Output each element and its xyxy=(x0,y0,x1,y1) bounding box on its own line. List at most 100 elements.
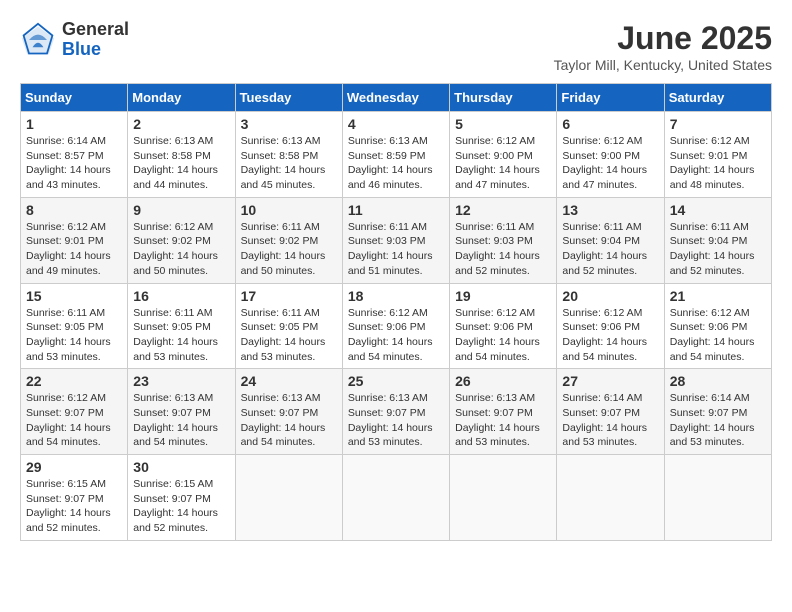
calendar-cell: 19 Sunrise: 6:12 AM Sunset: 9:06 PM Dayli… xyxy=(450,283,557,369)
day-number: 4 xyxy=(348,116,444,132)
day-info: Sunrise: 6:13 AM Sunset: 9:07 PM Dayligh… xyxy=(133,391,229,450)
calendar-cell: 9 Sunrise: 6:12 AM Sunset: 9:02 PM Daylig… xyxy=(128,197,235,283)
calendar-cell: 10 Sunrise: 6:11 AM Sunset: 9:02 PM Dayli… xyxy=(235,197,342,283)
day-info: Sunrise: 6:14 AM Sunset: 8:57 PM Dayligh… xyxy=(26,134,122,193)
calendar-cell xyxy=(342,455,449,541)
calendar-cell: 21Sunrise: 6:12 AM Sunset: 9:06 PM Dayli… xyxy=(664,283,771,369)
calendar-cell: 1 Sunrise: 6:14 AM Sunset: 8:57 PM Daylig… xyxy=(21,112,128,198)
calendar-cell: 25 Sunrise: 6:13 AM Sunset: 9:07 PM Dayli… xyxy=(342,369,449,455)
day-number: 9 xyxy=(133,202,229,218)
calendar-week-3: 15 Sunrise: 6:11 AM Sunset: 9:05 PM Dayli… xyxy=(21,283,772,369)
calendar-cell xyxy=(450,455,557,541)
day-info: Sunrise: 6:11 AM Sunset: 9:02 PM Dayligh… xyxy=(241,220,337,279)
calendar-week-4: 22Sunrise: 6:12 AM Sunset: 9:07 PM Dayli… xyxy=(21,369,772,455)
day-info: Sunrise: 6:13 AM Sunset: 9:07 PM Dayligh… xyxy=(348,391,444,450)
day-number: 23 xyxy=(133,373,229,389)
day-number: 11 xyxy=(348,202,444,218)
day-number: 27 xyxy=(562,373,658,389)
calendar-cell: 11Sunrise: 6:11 AM Sunset: 9:03 PM Dayli… xyxy=(342,197,449,283)
calendar-cell: 17Sunrise: 6:11 AM Sunset: 9:05 PM Dayli… xyxy=(235,283,342,369)
day-info: Sunrise: 6:12 AM Sunset: 9:06 PM Dayligh… xyxy=(562,306,658,365)
day-info: Sunrise: 6:13 AM Sunset: 9:07 PM Dayligh… xyxy=(241,391,337,450)
day-number: 20 xyxy=(562,288,658,304)
calendar-cell: 27 Sunrise: 6:14 AM Sunset: 9:07 PM Dayli… xyxy=(557,369,664,455)
page-header: General Blue June 2025 Taylor Mill, Kent… xyxy=(20,20,772,73)
calendar-cell: 20 Sunrise: 6:12 AM Sunset: 9:06 PM Dayli… xyxy=(557,283,664,369)
day-info: Sunrise: 6:12 AM Sunset: 9:06 PM Dayligh… xyxy=(348,306,444,365)
day-info: Sunrise: 6:12 AM Sunset: 9:07 PM Dayligh… xyxy=(26,391,122,450)
calendar-week-2: 8Sunrise: 6:12 AM Sunset: 9:01 PM Daylig… xyxy=(21,197,772,283)
calendar-cell: 2Sunrise: 6:13 AM Sunset: 8:58 PM Daylig… xyxy=(128,112,235,198)
day-number: 1 xyxy=(26,116,122,132)
weekday-header-saturday: Saturday xyxy=(664,84,771,112)
calendar-cell xyxy=(557,455,664,541)
calendar-cell: 30 Sunrise: 6:15 AM Sunset: 9:07 PM Dayli… xyxy=(128,455,235,541)
calendar-cell: 12 Sunrise: 6:11 AM Sunset: 9:03 PM Dayli… xyxy=(450,197,557,283)
day-info: Sunrise: 6:11 AM Sunset: 9:05 PM Dayligh… xyxy=(133,306,229,365)
day-info: Sunrise: 6:11 AM Sunset: 9:03 PM Dayligh… xyxy=(455,220,551,279)
day-info: Sunrise: 6:14 AM Sunset: 9:07 PM Dayligh… xyxy=(670,391,766,450)
calendar-cell: 14 Sunrise: 6:11 AM Sunset: 9:04 PM Dayli… xyxy=(664,197,771,283)
calendar-cell: 3Sunrise: 6:13 AM Sunset: 8:58 PM Daylig… xyxy=(235,112,342,198)
day-info: Sunrise: 6:11 AM Sunset: 9:04 PM Dayligh… xyxy=(562,220,658,279)
logo-text: General Blue xyxy=(62,20,129,60)
day-info: Sunrise: 6:12 AM Sunset: 9:06 PM Dayligh… xyxy=(455,306,551,365)
weekday-header-tuesday: Tuesday xyxy=(235,84,342,112)
day-info: Sunrise: 6:12 AM Sunset: 9:02 PM Dayligh… xyxy=(133,220,229,279)
logo-general: General xyxy=(62,19,129,39)
calendar-cell: 8Sunrise: 6:12 AM Sunset: 9:01 PM Daylig… xyxy=(21,197,128,283)
calendar-header-row: SundayMondayTuesdayWednesdayThursdayFrid… xyxy=(21,84,772,112)
calendar-cell: 23 Sunrise: 6:13 AM Sunset: 9:07 PM Dayli… xyxy=(128,369,235,455)
weekday-header-friday: Friday xyxy=(557,84,664,112)
day-number: 15 xyxy=(26,288,122,304)
day-info: Sunrise: 6:14 AM Sunset: 9:07 PM Dayligh… xyxy=(562,391,658,450)
title-block: June 2025 Taylor Mill, Kentucky, United … xyxy=(554,20,772,73)
day-info: Sunrise: 6:15 AM Sunset: 9:07 PM Dayligh… xyxy=(26,477,122,536)
calendar-cell: 22Sunrise: 6:12 AM Sunset: 9:07 PM Dayli… xyxy=(21,369,128,455)
day-number: 30 xyxy=(133,459,229,475)
month-title: June 2025 xyxy=(554,20,772,57)
day-number: 19 xyxy=(455,288,551,304)
day-info: Sunrise: 6:13 AM Sunset: 9:07 PM Dayligh… xyxy=(455,391,551,450)
calendar-cell: 13Sunrise: 6:11 AM Sunset: 9:04 PM Dayli… xyxy=(557,197,664,283)
calendar-week-1: 1 Sunrise: 6:14 AM Sunset: 8:57 PM Daylig… xyxy=(21,112,772,198)
day-number: 12 xyxy=(455,202,551,218)
day-info: Sunrise: 6:12 AM Sunset: 9:06 PM Dayligh… xyxy=(670,306,766,365)
calendar-table: SundayMondayTuesdayWednesdayThursdayFrid… xyxy=(20,83,772,541)
calendar-cell: 6Sunrise: 6:12 AM Sunset: 9:00 PM Daylig… xyxy=(557,112,664,198)
day-info: Sunrise: 6:13 AM Sunset: 8:59 PM Dayligh… xyxy=(348,134,444,193)
day-number: 10 xyxy=(241,202,337,218)
day-number: 29 xyxy=(26,459,122,475)
calendar-cell: 18 Sunrise: 6:12 AM Sunset: 9:06 PM Dayli… xyxy=(342,283,449,369)
day-info: Sunrise: 6:12 AM Sunset: 9:01 PM Dayligh… xyxy=(670,134,766,193)
calendar-cell: 15 Sunrise: 6:11 AM Sunset: 9:05 PM Dayli… xyxy=(21,283,128,369)
day-number: 14 xyxy=(670,202,766,218)
day-info: Sunrise: 6:15 AM Sunset: 9:07 PM Dayligh… xyxy=(133,477,229,536)
day-info: Sunrise: 6:12 AM Sunset: 9:00 PM Dayligh… xyxy=(455,134,551,193)
day-number: 25 xyxy=(348,373,444,389)
day-info: Sunrise: 6:13 AM Sunset: 8:58 PM Dayligh… xyxy=(133,134,229,193)
day-number: 5 xyxy=(455,116,551,132)
calendar-cell: 16 Sunrise: 6:11 AM Sunset: 9:05 PM Dayli… xyxy=(128,283,235,369)
day-info: Sunrise: 6:12 AM Sunset: 9:01 PM Dayligh… xyxy=(26,220,122,279)
logo: General Blue xyxy=(20,20,129,60)
day-info: Sunrise: 6:11 AM Sunset: 9:05 PM Dayligh… xyxy=(241,306,337,365)
day-info: Sunrise: 6:11 AM Sunset: 9:05 PM Dayligh… xyxy=(26,306,122,365)
location-text: Taylor Mill, Kentucky, United States xyxy=(554,57,772,73)
calendar-cell: 29 Sunrise: 6:15 AM Sunset: 9:07 PM Dayli… xyxy=(21,455,128,541)
day-info: Sunrise: 6:11 AM Sunset: 9:04 PM Dayligh… xyxy=(670,220,766,279)
logo-icon xyxy=(20,22,56,58)
day-number: 18 xyxy=(348,288,444,304)
calendar-cell: 5 Sunrise: 6:12 AM Sunset: 9:00 PM Daylig… xyxy=(450,112,557,198)
weekday-header-monday: Monday xyxy=(128,84,235,112)
weekday-header-wednesday: Wednesday xyxy=(342,84,449,112)
calendar-week-5: 29 Sunrise: 6:15 AM Sunset: 9:07 PM Dayli… xyxy=(21,455,772,541)
calendar-cell: 24 Sunrise: 6:13 AM Sunset: 9:07 PM Dayli… xyxy=(235,369,342,455)
day-number: 16 xyxy=(133,288,229,304)
calendar-cell: 4 Sunrise: 6:13 AM Sunset: 8:59 PM Daylig… xyxy=(342,112,449,198)
weekday-header-sunday: Sunday xyxy=(21,84,128,112)
day-number: 28 xyxy=(670,373,766,389)
calendar-cell: 7Sunrise: 6:12 AM Sunset: 9:01 PM Daylig… xyxy=(664,112,771,198)
day-number: 24 xyxy=(241,373,337,389)
day-info: Sunrise: 6:12 AM Sunset: 9:00 PM Dayligh… xyxy=(562,134,658,193)
